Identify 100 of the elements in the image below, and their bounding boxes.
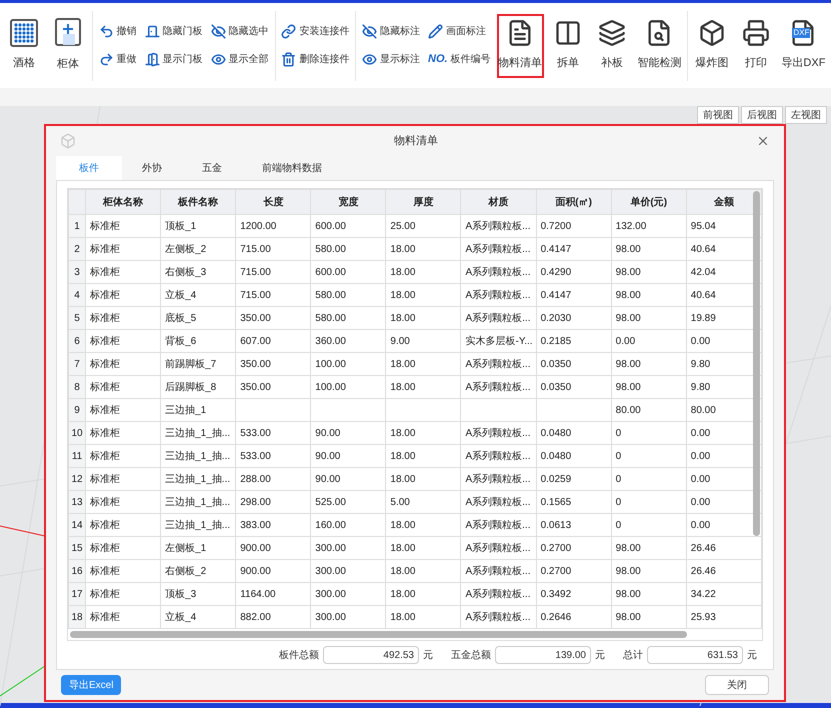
toolbar-button[interactable]: 隐藏标注 — [362, 22, 420, 40]
table-cell: 标准柜 — [86, 536, 161, 560]
row-number: 12 — [68, 468, 86, 490]
table-cell: 0.2700 — [536, 536, 612, 560]
cube-icon — [698, 19, 726, 48]
toolbar-button[interactable]: 安装连接件 — [281, 22, 350, 40]
view-tab[interactable]: 后视图 — [741, 106, 783, 124]
dialog-tab[interactable]: 五金 — [182, 156, 242, 180]
column-header[interactable]: 厚度 — [386, 190, 461, 214]
dialog-tab[interactable]: 前端物料数据 — [242, 156, 342, 180]
table-cell: 882.00 — [236, 606, 311, 628]
close-icon[interactable] — [756, 134, 770, 148]
total-field[interactable]: 139.00 — [495, 646, 591, 664]
row-number: 13 — [68, 490, 86, 514]
toolbar-button[interactable]: 隐藏门板 — [144, 22, 203, 40]
table-cell: 标准柜 — [86, 514, 161, 536]
column-header[interactable]: 板件名称 — [160, 190, 236, 214]
table-cell: 18.00 — [386, 376, 461, 398]
toolbar-button[interactable]: DXF 导出DXF — [780, 14, 828, 78]
table-cell: 98.00 — [611, 238, 686, 260]
table-cell: A系列颗粒板... — [460, 238, 536, 260]
total-field[interactable]: 492.53 — [323, 646, 419, 664]
table-cell: 0 — [611, 514, 686, 536]
toolbar-button[interactable]: 显示门板 — [144, 50, 203, 68]
toolbar-button[interactable]: 删除连接件 — [281, 50, 350, 68]
table-cell: 18.00 — [386, 284, 461, 306]
column-header[interactable]: 材质 — [460, 190, 536, 214]
table-cell: 标准柜 — [86, 260, 161, 284]
view-tab[interactable]: 左视图 — [785, 106, 827, 124]
horizontal-scrollbar[interactable] — [70, 631, 687, 638]
table-cell: A系列颗粒板... — [460, 582, 536, 606]
table-cell: 0.0480 — [536, 444, 612, 468]
view-tab[interactable]: 前视图 — [697, 106, 739, 124]
toolbar-button[interactable]: 补板 — [592, 14, 632, 78]
redo-icon — [98, 52, 114, 67]
row-number: 4 — [68, 284, 86, 306]
toolbar-button[interactable]: 画面标注 — [428, 22, 491, 40]
toolbar-button[interactable]: 撤销 — [98, 22, 137, 40]
table-cell: 90.00 — [310, 444, 386, 468]
table-cell: 5.00 — [386, 490, 461, 514]
table-cell: 标准柜 — [86, 582, 161, 606]
total-field[interactable]: 631.53 — [647, 646, 743, 664]
row-number: 15 — [68, 536, 86, 560]
eye-icon — [210, 52, 226, 67]
file-badge: DXF — [792, 28, 810, 38]
table-cell: 132.00 — [611, 214, 686, 238]
table-cell: 98.00 — [611, 376, 686, 398]
dialog-tab[interactable]: 外协 — [122, 156, 182, 180]
toolbar-button[interactable]: 智能检测 — [636, 14, 684, 78]
dialog-tab[interactable]: 板件 — [56, 156, 122, 180]
toolbar-button[interactable]: 隐藏选中 — [210, 22, 269, 40]
table-cell: 0.3492 — [536, 582, 612, 606]
table-cell: 98.00 — [611, 582, 686, 606]
table-cell: 0.2700 — [536, 560, 612, 582]
grid-icon — [10, 19, 38, 48]
table-cell: 0.0350 — [536, 352, 612, 376]
table-cell: 26.46 — [686, 560, 762, 582]
row-number: 18 — [68, 606, 86, 628]
column-header[interactable]: 长度 — [236, 190, 311, 214]
column-header[interactable]: 面积(㎡) — [536, 190, 612, 214]
toolbar-button[interactable]: 重做 — [98, 50, 137, 68]
table-cell: 顶板_1 — [160, 214, 236, 238]
close-button[interactable]: 关闭 — [705, 675, 769, 695]
toolbar-button[interactable]: NO. 板件编号 — [428, 50, 491, 68]
table-cell: 360.00 — [310, 330, 386, 352]
table-cell: 背板_6 — [160, 330, 236, 352]
table-cell: 0.2646 — [536, 606, 612, 628]
toolbar-button[interactable]: 柜体 — [48, 14, 88, 78]
table-cell: 715.00 — [236, 284, 311, 306]
vertical-scrollbar[interactable] — [753, 191, 760, 536]
unit-label: 元 — [423, 648, 433, 662]
unit-label: 元 — [595, 648, 605, 662]
table-cell: 0 — [611, 422, 686, 444]
cabinet-plus-icon — [55, 18, 81, 48]
toolbar-button[interactable]: 酒格 — [4, 14, 44, 78]
table-cell: 前踢脚板_7 — [160, 352, 236, 376]
toolbar-button[interactable]: 爆炸图 — [692, 14, 732, 78]
column-header[interactable]: 单价(元) — [611, 190, 686, 214]
table-cell: 90.00 — [310, 422, 386, 444]
toolbar-button[interactable]: 拆单 — [548, 14, 588, 78]
column-header[interactable]: 宽度 — [310, 190, 386, 214]
table-cell: 9.00 — [386, 330, 461, 352]
row-number: 6 — [68, 330, 86, 352]
table-cell: 标准柜 — [86, 606, 161, 628]
table-cell: 300.00 — [310, 560, 386, 582]
column-header[interactable]: 柜体名称 — [86, 190, 161, 214]
eye-slash-icon — [362, 24, 378, 39]
toolbar-button[interactable]: 显示全部 — [210, 50, 269, 68]
table-cell: 实木多层板-Y... — [460, 330, 536, 352]
table-cell: 350.00 — [236, 352, 311, 376]
table-cell: 0.4290 — [536, 260, 612, 284]
table-cell: 1200.00 — [236, 214, 311, 238]
table-cell: 98.00 — [611, 606, 686, 628]
table-cell: 160.00 — [310, 514, 386, 536]
toolbar-button[interactable]: 打印 — [736, 14, 776, 78]
table-cell: A系列颗粒板... — [460, 306, 536, 330]
table-cell: 立板_4 — [160, 606, 236, 628]
toolbar-button[interactable]: 显示标注 — [362, 50, 420, 68]
table-cell: 标准柜 — [86, 376, 161, 398]
table-cell: 左侧板_2 — [160, 238, 236, 260]
